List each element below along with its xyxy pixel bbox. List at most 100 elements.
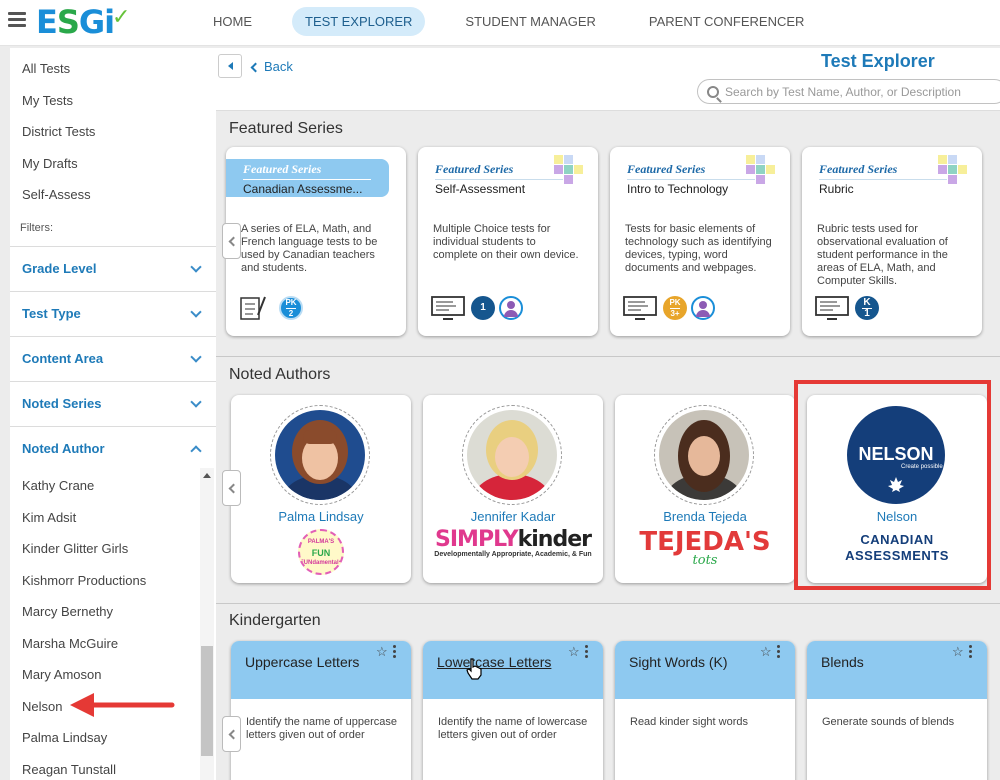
grade-badge: 1 bbox=[471, 296, 495, 320]
author-option-kishmorr-productions[interactable]: Kishmorr Productions bbox=[10, 565, 200, 597]
canadian-assessments-label: CANADIAN ASSESSMENTS bbox=[845, 532, 949, 563]
filter-test-type[interactable]: Test Type bbox=[10, 290, 216, 336]
author-card-nelson[interactable]: NELSON Create possible Nelson CANADIAN AS… bbox=[807, 395, 987, 583]
nav-student-manager[interactable]: STUDENT MANAGER bbox=[452, 7, 609, 36]
series-ribbon: Featured Series Canadian Assessme... bbox=[226, 159, 389, 197]
filter-content-area[interactable]: Content Area bbox=[10, 335, 216, 381]
authors-scroll-left-button[interactable] bbox=[222, 470, 241, 506]
chevron-down-icon bbox=[190, 395, 202, 408]
chevron-left-icon bbox=[250, 62, 261, 73]
section-title-kindergarten: Kindergarten bbox=[229, 612, 321, 629]
section-divider bbox=[216, 603, 1000, 604]
hamburger-menu-icon[interactable] bbox=[8, 12, 26, 28]
scrollbar-thumb[interactable] bbox=[201, 646, 213, 756]
chevron-left-icon bbox=[228, 729, 239, 739]
sidebar-item-district-tests[interactable]: District Tests bbox=[10, 116, 216, 148]
sidebar-item-all-tests[interactable]: All Tests bbox=[10, 53, 216, 85]
checklist-pencil-icon bbox=[240, 296, 266, 320]
page-title: Test Explorer bbox=[821, 51, 935, 71]
author-option-kinder-glitter-girls[interactable]: Kinder Glitter Girls bbox=[10, 533, 200, 565]
more-options-icon[interactable] bbox=[969, 645, 973, 659]
triangle-left-icon bbox=[227, 62, 233, 70]
section-title-featured-series: Featured Series bbox=[229, 120, 343, 137]
palma-lindsay-logo: PALMA'S FUN FUNdamentals bbox=[231, 529, 411, 580]
star-icon[interactable]: ☆ bbox=[952, 644, 964, 660]
nav-home[interactable]: HOME bbox=[200, 7, 265, 36]
grade-badge: PK 2 bbox=[279, 296, 303, 320]
hand-cursor-icon bbox=[466, 658, 482, 680]
star-icon[interactable]: ☆ bbox=[376, 644, 388, 660]
star-icon[interactable]: ☆ bbox=[760, 644, 772, 660]
author-option-marcy-bernethy[interactable]: Marcy Bernethy bbox=[10, 596, 200, 628]
nav-parent-conferencer[interactable]: PARENT CONFERENCER bbox=[636, 7, 818, 36]
author-option-reagan-tunstall[interactable]: Reagan Tunstall bbox=[10, 754, 200, 780]
monitor-icon bbox=[431, 296, 465, 320]
featured-scroll-left-button[interactable] bbox=[222, 223, 241, 259]
chevron-left-icon bbox=[228, 236, 239, 246]
avatar bbox=[654, 405, 754, 530]
filter-noted-author[interactable]: Noted Author bbox=[10, 425, 216, 471]
scroll-up-arrow-icon[interactable] bbox=[203, 473, 211, 478]
author-option-kathy-crane[interactable]: Kathy Crane bbox=[10, 470, 200, 502]
color-squares-decoration bbox=[554, 155, 584, 185]
kindergarten-scroll-left-button[interactable] bbox=[222, 716, 241, 752]
author-list-scrollbar[interactable] bbox=[200, 468, 214, 780]
series-card-rubric[interactable]: Featured Series Rubric Rubric tests used… bbox=[802, 147, 982, 336]
search-box[interactable] bbox=[697, 79, 1000, 104]
tejedas-tots-logo: TEJEDA'S tots bbox=[639, 527, 771, 568]
person-icon bbox=[691, 296, 715, 320]
chevron-up-icon bbox=[190, 444, 202, 457]
test-card-blends[interactable]: Blends ☆ Generate sounds of blends bbox=[807, 641, 987, 780]
more-options-icon[interactable] bbox=[585, 645, 589, 659]
filters-label: Filters: bbox=[20, 221, 53, 234]
author-card-brenda-tejeda[interactable]: Brenda Tejeda TEJEDA'S tots bbox=[615, 395, 795, 583]
star-icon[interactable]: ☆ bbox=[568, 644, 580, 660]
chevron-left-icon bbox=[228, 483, 239, 493]
simply-kinder-logo: SIMPLYkinder Developmentally Appropriate… bbox=[434, 527, 592, 559]
test-card-uppercase-letters[interactable]: Uppercase Letters ☆ Identify the name of… bbox=[231, 641, 411, 780]
avatar bbox=[270, 405, 370, 535]
filter-noted-series[interactable]: Noted Series bbox=[10, 380, 216, 426]
color-squares-decoration bbox=[746, 155, 776, 185]
series-card-intro-to-technology[interactable]: Featured Series Intro to Technology Test… bbox=[610, 147, 790, 336]
grade-badge: PK 3+ bbox=[663, 296, 687, 320]
chevron-down-icon bbox=[190, 305, 202, 318]
author-option-marsha-mcguire[interactable]: Marsha McGuire bbox=[10, 628, 200, 660]
noted-author-list: Kathy Crane Kim Adsit Kinder Glitter Gir… bbox=[10, 470, 200, 780]
main-nav: HOME TEST EXPLORER STUDENT MANAGER PAREN… bbox=[200, 7, 844, 36]
grade-badge: K1 bbox=[855, 296, 879, 320]
series-card-self-assessment[interactable]: Featured Series Self-Assessment Multiple… bbox=[418, 147, 598, 336]
chevron-down-icon bbox=[190, 350, 202, 363]
section-divider bbox=[216, 356, 1000, 357]
more-options-icon[interactable] bbox=[777, 645, 781, 659]
filter-grade-level[interactable]: Grade Level bbox=[10, 245, 216, 291]
search-input[interactable] bbox=[725, 84, 995, 99]
esgi-logo[interactable]: ESGi ✓ bbox=[36, 2, 130, 42]
avatar bbox=[462, 405, 562, 530]
author-option-palma-lindsay[interactable]: Palma Lindsay bbox=[10, 722, 200, 754]
test-card-lowercase-letters[interactable]: Lowercase Letters ☆ Identify the name of… bbox=[423, 641, 603, 780]
page-header: Back Test Explorer bbox=[216, 48, 1000, 111]
more-options-icon[interactable] bbox=[393, 645, 397, 659]
person-icon bbox=[499, 296, 523, 320]
author-card-palma-lindsay[interactable]: Palma Lindsay PALMA'S FUN FUNdamentals bbox=[231, 395, 411, 583]
author-option-mary-amoson[interactable]: Mary Amoson bbox=[10, 659, 200, 691]
main-content: Back Test Explorer Featured Series Featu… bbox=[216, 48, 1000, 780]
sidebar-item-self-assess[interactable]: Self-Assess bbox=[10, 179, 216, 211]
top-bar: ESGi ✓ HOME TEST EXPLORER STUDENT MANAGER… bbox=[0, 0, 1000, 46]
test-card-sight-words-k[interactable]: Sight Words (K) ☆ Read kinder sight word… bbox=[615, 641, 795, 780]
collapse-sidebar-button[interactable] bbox=[218, 54, 242, 78]
back-link[interactable]: Back bbox=[250, 59, 293, 74]
chevron-down-icon bbox=[190, 260, 202, 273]
author-card-jennifer-kadar[interactable]: Jennifer Kadar SIMPLYkinder Developmenta… bbox=[423, 395, 603, 583]
sidebar-item-my-tests[interactable]: My Tests bbox=[10, 85, 216, 117]
nav-test-explorer[interactable]: TEST EXPLORER bbox=[292, 7, 426, 36]
series-card-canadian-assessments[interactable]: Featured Series Canadian Assessme... A s… bbox=[226, 147, 406, 336]
author-option-kim-adsit[interactable]: Kim Adsit bbox=[10, 502, 200, 534]
red-arrow-annotation-icon bbox=[70, 693, 175, 717]
search-icon bbox=[707, 85, 719, 98]
checkmark-icon: ✓ bbox=[112, 5, 130, 30]
section-title-noted-authors: Noted Authors bbox=[229, 366, 331, 383]
monitor-icon bbox=[623, 296, 657, 320]
sidebar-item-my-drafts[interactable]: My Drafts bbox=[10, 148, 216, 180]
